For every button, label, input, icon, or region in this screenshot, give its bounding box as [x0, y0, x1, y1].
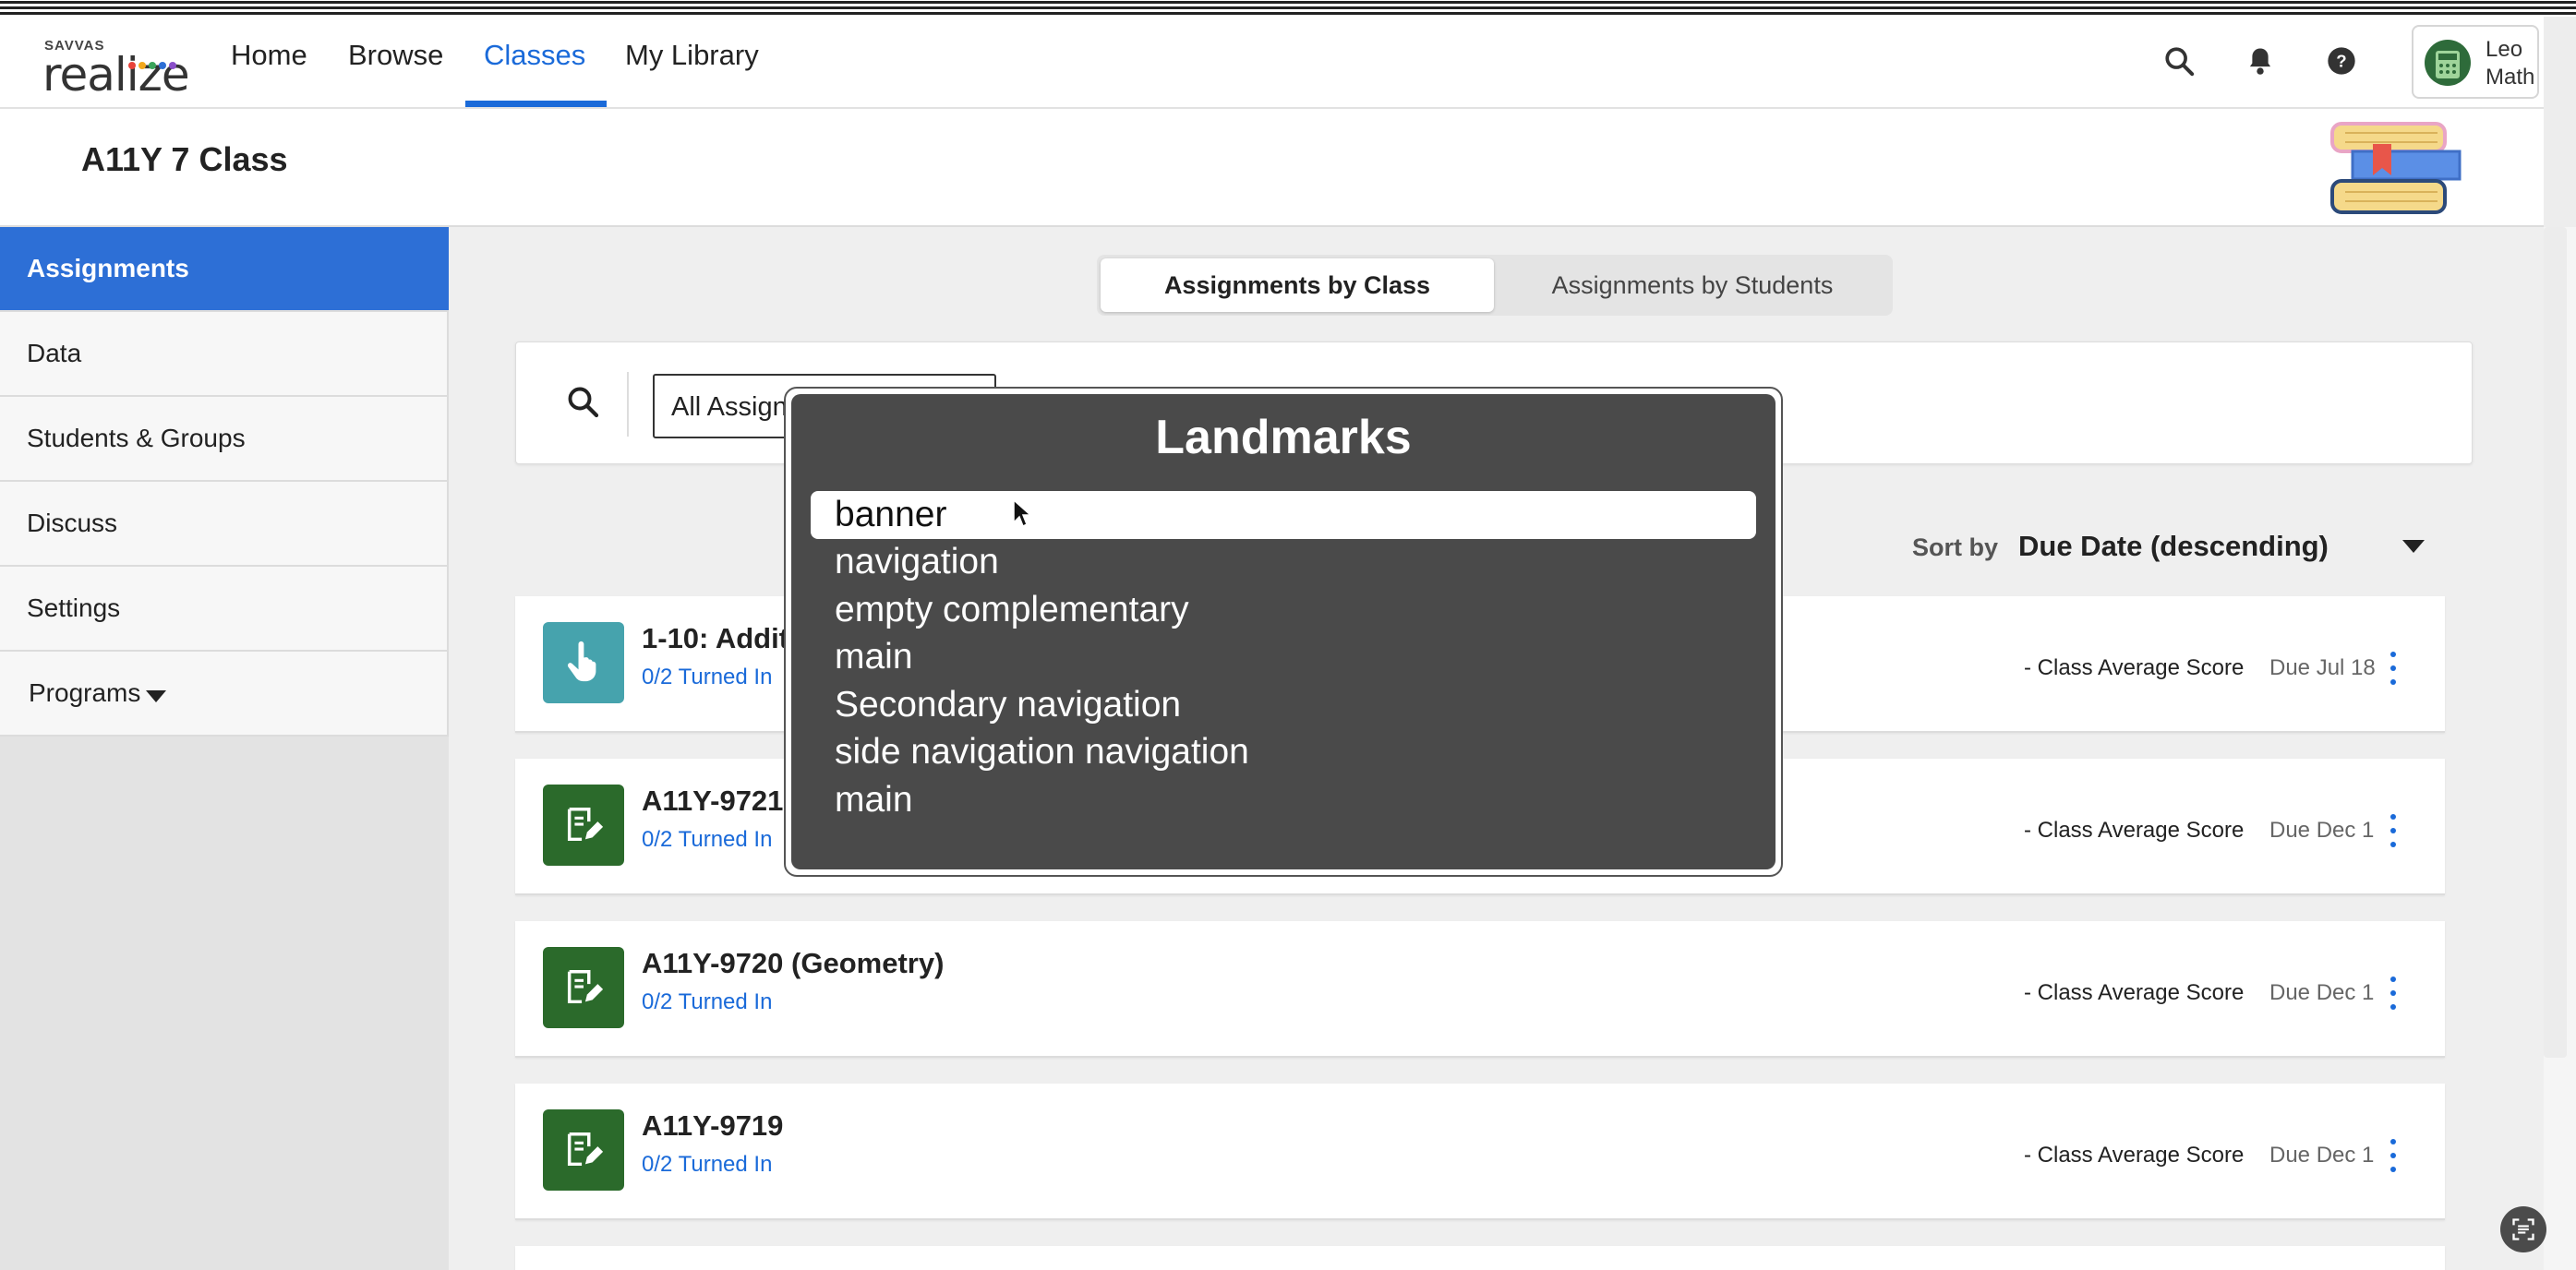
- logo-big-text: realize: [42, 48, 190, 102]
- sidebar-item-programs[interactable]: Programs: [0, 652, 449, 737]
- user-menu-button[interactable]: Leo Math: [2412, 25, 2539, 99]
- edit-document-icon: [543, 947, 624, 1028]
- search-icon[interactable]: [2161, 42, 2197, 79]
- class-header: A11Y 7 Class: [0, 109, 2544, 227]
- logo-dots: [128, 57, 179, 74]
- landmark-item[interactable]: main: [811, 634, 1756, 682]
- savvas-realize-logo[interactable]: SAVVAS realize: [42, 35, 199, 102]
- assignment-title[interactable]: A11Y-9719: [642, 1109, 783, 1143]
- user-name: Leo Math: [2486, 36, 2534, 91]
- more-options-icon[interactable]: [2384, 814, 2402, 847]
- sidebar-item-settings[interactable]: Settings: [0, 567, 449, 652]
- user-last-name: Math: [2486, 65, 2535, 90]
- scrollbar-thumb[interactable]: [2544, 227, 2567, 1058]
- assignment-card[interactable]: A11Y-9720 (Geometry) 0/2 Turned In - Cla…: [515, 921, 2445, 1058]
- landmark-item[interactable]: Secondary navigation: [811, 681, 1756, 729]
- tab-assignments-by-students[interactable]: Assignments by Students: [1496, 258, 1889, 312]
- landmark-item[interactable]: empty complementary: [811, 586, 1756, 634]
- tab-assignments-by-class[interactable]: Assignments by Class: [1101, 258, 1494, 312]
- svg-text:?: ?: [2336, 52, 2346, 71]
- search-icon[interactable]: [566, 385, 599, 423]
- sort-select[interactable]: Due Date (descending): [2018, 530, 2329, 563]
- turned-in-link[interactable]: 0/2 Turned In: [642, 1152, 772, 1178]
- side-navigation: Assignments Data Students & Groups Discu…: [0, 227, 449, 1270]
- class-average-score: - Class Average Score: [2024, 1143, 2245, 1168]
- sort-label: Sort by: [1912, 533, 1999, 561]
- turned-in-link[interactable]: 0/2 Turned In: [642, 989, 772, 1015]
- window-top-edge: [0, 0, 2576, 17]
- due-date: Due Jul 18: [2269, 655, 2376, 680]
- due-date: Due Dec 1: [2269, 1143, 2375, 1168]
- due-date: Due Dec 1: [2269, 818, 2375, 843]
- sidebar-item-students-groups[interactable]: Students & Groups: [0, 397, 449, 482]
- bell-icon[interactable]: [2242, 42, 2279, 79]
- assignments-view-toggle: Assignments by Class Assignments by Stud…: [1097, 255, 1893, 316]
- assignment-title[interactable]: A11Y-9720 (Geometry): [642, 947, 944, 980]
- more-options-icon[interactable]: [2384, 976, 2402, 1010]
- landmarks-title: Landmarks: [1155, 411, 1412, 464]
- class-average-score: - Class Average Score: [2024, 980, 2245, 1005]
- sidebar-item-programs-label: Programs: [29, 678, 141, 707]
- chevron-down-icon: [146, 689, 167, 702]
- landmark-item[interactable]: banner: [811, 491, 1756, 539]
- accessibility-scan-icon[interactable]: [2500, 1206, 2546, 1252]
- landmark-item[interactable]: navigation: [811, 539, 1756, 587]
- class-average-score: - Class Average Score: [2024, 655, 2245, 680]
- top-navigation-bar: SAVVAS realize Home Browse Classes My Li…: [0, 17, 2544, 109]
- page-title: A11Y 7 Class: [81, 140, 288, 178]
- nav-home[interactable]: Home: [231, 17, 307, 107]
- class-average-score: - Class Average Score: [2024, 818, 2245, 843]
- mouse-pointer-icon: [1012, 498, 1032, 533]
- help-icon[interactable]: ?: [2323, 42, 2360, 79]
- nav-my-library[interactable]: My Library: [625, 17, 759, 107]
- due-date: Due Dec 1: [2269, 980, 2375, 1005]
- assignment-card[interactable]: A11Y-9719 0/2 Turned In - Class Average …: [515, 1084, 2445, 1220]
- more-options-icon[interactable]: [2384, 1139, 2402, 1172]
- nav-classes[interactable]: Classes: [465, 17, 607, 107]
- user-first-name: Leo: [2486, 37, 2523, 62]
- landmarks-list: banner navigation empty complementary ma…: [811, 491, 1756, 824]
- sidebar-item-data[interactable]: Data: [0, 312, 449, 397]
- divider: [627, 372, 629, 437]
- more-options-icon[interactable]: [2384, 652, 2402, 685]
- sidebar-item-discuss[interactable]: Discuss: [0, 482, 449, 567]
- edit-document-icon: [543, 785, 624, 866]
- turned-in-link[interactable]: 0/2 Turned In: [642, 665, 772, 690]
- hand-pointer-icon: [543, 622, 624, 703]
- edit-document-icon: [543, 1109, 624, 1191]
- books-illustration-icon: [2327, 116, 2465, 218]
- nav-browse[interactable]: Browse: [348, 17, 443, 107]
- avatar: [2425, 40, 2471, 86]
- turned-in-link[interactable]: 0/2 Turned In: [642, 827, 772, 853]
- landmark-item[interactable]: side navigation navigation: [811, 729, 1756, 777]
- chevron-down-icon[interactable]: [2402, 540, 2425, 553]
- landmark-item[interactable]: main: [811, 776, 1756, 824]
- sidebar-item-assignments[interactable]: Assignments: [0, 227, 449, 312]
- assignment-card-partial[interactable]: [515, 1246, 2445, 1270]
